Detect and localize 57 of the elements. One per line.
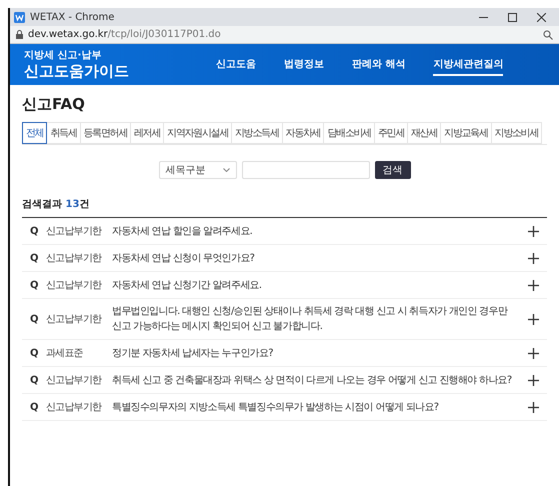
- plus-icon[interactable]: [528, 280, 539, 290]
- tax-tab[interactable]: 담배소비세: [323, 122, 375, 144]
- zoom-icon[interactable]: [543, 30, 553, 40]
- search-field[interactable]: [242, 161, 370, 179]
- question-mark: Q: [30, 402, 40, 412]
- faq-category: 신고납부기한: [46, 313, 103, 326]
- chevron-down-icon: [222, 168, 230, 172]
- question-mark: Q: [30, 374, 40, 386]
- question-mark: Q: [30, 280, 40, 290]
- nav-link[interactable]: 법령정보: [284, 54, 324, 76]
- tax-tab[interactable]: 주민세: [374, 122, 408, 144]
- lock-icon: [16, 30, 23, 39]
- plus-icon[interactable]: [528, 374, 539, 386]
- maximize-icon: [508, 12, 516, 22]
- faq-question: 자동차세 연납 신청이 무엇인가요?: [112, 252, 256, 266]
- question-mark: Q: [30, 252, 40, 264]
- tax-tab[interactable]: 재산세: [407, 122, 442, 144]
- app-logo-icon: [14, 12, 25, 22]
- nav-link[interactable]: 신고도움: [216, 54, 256, 76]
- tax-tab[interactable]: 레저세: [130, 122, 164, 144]
- question-mark: Q: [30, 348, 40, 358]
- faq-category: 신고납부기한: [46, 374, 103, 387]
- faq-question: 특별징수의무자의 지방소득세 특별징수의무가 발생하는 시점이 어떻게 되나요?: [112, 400, 440, 414]
- faq-question: 정기분 자동차세 납세자는 누구인가요?: [112, 346, 274, 360]
- window-title: WETAX - Chrome: [30, 12, 116, 22]
- tax-tab[interactable]: 등록면허세: [80, 122, 132, 144]
- faq-question: 자동차세 연납 신청기간 알려주세요.: [112, 278, 262, 292]
- category-select[interactable]: 세목구분: [158, 161, 236, 179]
- nav-link[interactable]: 판례와 해석: [352, 54, 406, 76]
- tax-tab[interactable]: 지역자원시설세: [163, 122, 232, 144]
- search-button[interactable]: 검색: [374, 161, 410, 179]
- plus-icon[interactable]: [528, 226, 539, 236]
- faq-category: 신고납부기한: [46, 252, 103, 265]
- question-mark: Q: [30, 226, 40, 236]
- tax-tab[interactable]: 취득세: [46, 122, 81, 144]
- faq-question: 자동차세 연납 할인을 알려주세요.: [112, 224, 254, 238]
- tax-tab[interactable]: 지방소득세: [231, 122, 283, 144]
- faq-category: 신고납부기한: [46, 225, 103, 238]
- plus-icon[interactable]: [528, 402, 539, 412]
- faq-category: 신고납부기한: [46, 401, 103, 414]
- faq-category: 과세표준: [46, 347, 84, 360]
- tax-tab[interactable]: 전체: [22, 122, 48, 144]
- faq-question: 법무법인입니다. 대행인 신청/승인된 상태이나 취득세 경락 대행 신고 시 취득자가 개인인 경우만 신고 가능하다는 메시지 확인되어 신고 불가합니다.: [112, 305, 509, 334]
- tax-tab[interactable]: 지방소비세: [490, 122, 542, 144]
- tax-tab[interactable]: 자동차세: [282, 122, 324, 144]
- tax-tab[interactable]: 지방교육세: [440, 122, 492, 144]
- plus-icon[interactable]: [528, 252, 539, 264]
- faq-category: 신고납부기한: [46, 279, 103, 292]
- site-subtitle: 지방세 신고·납부: [24, 49, 102, 62]
- site-title[interactable]: 신고도움가이드: [24, 62, 204, 81]
- plus-icon[interactable]: [528, 348, 539, 358]
- question-mark: Q: [30, 314, 40, 324]
- plus-icon[interactable]: [528, 314, 539, 324]
- close-icon: [536, 12, 546, 22]
- nav-link[interactable]: 지방세관련질의: [433, 54, 504, 76]
- page-title: 신고FAQ: [22, 95, 86, 114]
- faq-question: 취득세 신고 중 건축물대장과 위택스 상 면적이 다르게 나오는 경우 어떻게 신고 진행해야 하나요?: [112, 374, 513, 388]
